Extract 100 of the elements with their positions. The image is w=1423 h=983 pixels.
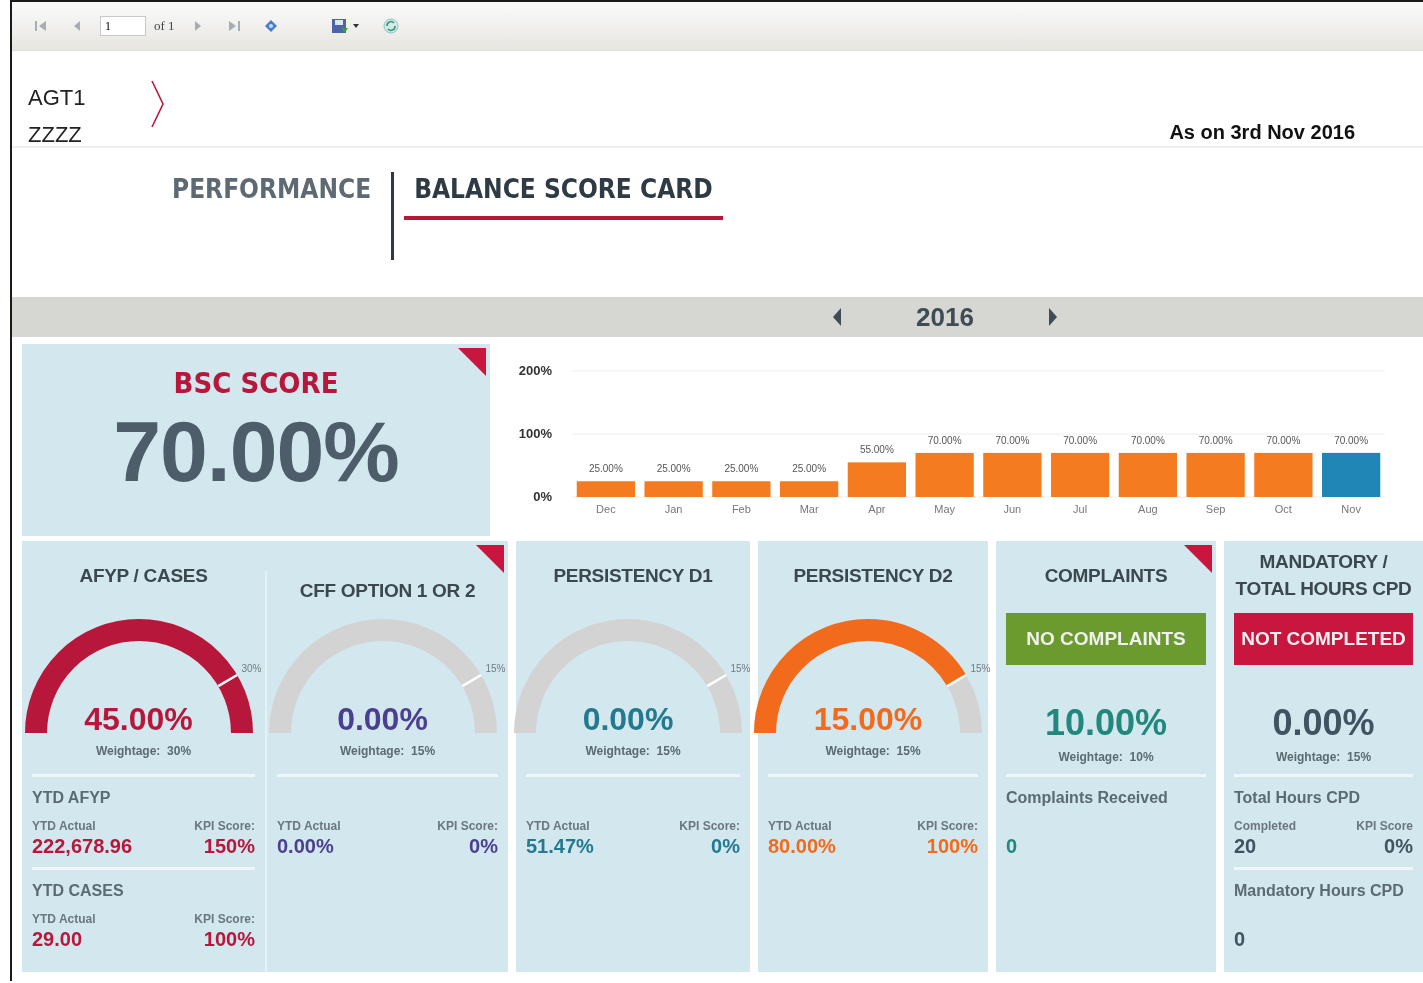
kpi-title: AFYP / CASES <box>78 563 209 588</box>
axis-label: Aug <box>1138 503 1158 515</box>
data-label: 70.00% <box>1266 434 1301 446</box>
first-page-icon <box>34 19 48 33</box>
data-label: 70.00% <box>1198 434 1233 446</box>
tab[interactable]: PERFORMANCE <box>162 148 382 220</box>
agent-code: AGT1 <box>28 84 87 112</box>
data-label: 70.00% <box>1130 434 1165 446</box>
as-of-date: As on 3rd Nov 2016 <box>1169 121 1355 144</box>
tab[interactable]: BALANCE SCORE CARD <box>404 148 723 220</box>
kpi-title: PERSISTENCY D1 <box>552 563 714 588</box>
field-label: YTD Actual <box>768 819 832 833</box>
field-value: 100% <box>203 927 255 951</box>
kpi-title: CFF OPTION 1 OR 2 <box>298 578 477 603</box>
field-label: KPI Score: <box>194 819 255 833</box>
field-label: YTD Actual <box>526 819 590 833</box>
data-label: 70.00% <box>1063 434 1098 446</box>
diamond-icon <box>264 20 277 32</box>
weightage-text: Weightage: 10% <box>1058 750 1154 764</box>
weightage-text: Weightage: 30% <box>95 744 192 758</box>
field-value: 222,678.96 <box>32 834 133 858</box>
section-heading: YTD AFYP <box>32 789 112 808</box>
kpi-value: 45.00% <box>83 701 194 738</box>
next-page-icon <box>192 19 203 33</box>
data-label: 25.00% <box>656 463 691 475</box>
data-label: 70.00% <box>1334 434 1369 446</box>
kpi-value: 15.00% <box>812 701 924 738</box>
field-value: 0 <box>1234 927 1246 951</box>
score-title: BSC SCORE <box>173 366 339 400</box>
chevron-icon <box>150 79 166 129</box>
last-page-icon <box>226 19 241 33</box>
axis-label: Sep <box>1205 503 1226 515</box>
field-label: KPI Score: <box>917 819 978 833</box>
field-label: YTD Actual <box>32 912 96 926</box>
kpi-value: 0.00% <box>1272 702 1375 744</box>
data-label: 55.00% <box>859 444 894 456</box>
axis-label: Mar <box>799 503 819 515</box>
score-value: 70.00% <box>113 402 399 501</box>
page-count: of 1 <box>154 18 175 34</box>
field-label: Completed <box>1234 819 1296 833</box>
kpi-title: MANDATORY / TOTAL HOURS CPD <box>1234 550 1413 601</box>
kpi-value: 0.00% <box>581 701 675 738</box>
data-label: 70.00% <box>995 434 1030 446</box>
section-heading: Mandatory Hours CPD <box>1234 882 1405 901</box>
kpi-value: 10.00% <box>1044 702 1168 744</box>
target-label: 30% <box>240 663 261 675</box>
kpi-title: PERSISTENCY D2 <box>792 563 954 588</box>
field-value: 150% <box>203 834 255 858</box>
section-heading: Complaints Received <box>1006 789 1169 808</box>
axis-label: Jun <box>1003 503 1022 515</box>
caret-icon <box>352 24 359 28</box>
axis-label: 0% <box>533 489 552 504</box>
target-label: 15% <box>730 663 751 675</box>
weightage-text: Weightage: 15% <box>1275 750 1372 764</box>
right-arrow-icon <box>1047 307 1058 327</box>
field-value: 100% <box>926 834 978 858</box>
field-value: 20 <box>1234 834 1257 858</box>
page-field[interactable]: 1 <box>100 16 146 36</box>
field-value: 0% <box>1384 834 1413 858</box>
weightage-text: Weightage: 15% <box>585 744 681 758</box>
field-value: 0.00% <box>277 834 334 858</box>
axis-label: Nov <box>1341 503 1361 515</box>
section-heading: Total Hours CPD <box>1234 789 1361 808</box>
field-label: KPI Score: <box>679 819 740 833</box>
data-label: 25.00% <box>792 463 827 475</box>
data-label: 70.00% <box>927 434 962 446</box>
field-label: YTD Actual <box>32 819 96 833</box>
weightage-text: Weightage: 15% <box>825 744 921 758</box>
weightage-text: Weightage: 15% <box>339 744 436 758</box>
axis-label: Oct <box>1274 503 1292 515</box>
status-badge: NOT COMPLETED <box>1234 613 1413 665</box>
field-value: 51.47% <box>526 834 594 858</box>
kpi-title: COMPLAINTS <box>1043 563 1169 588</box>
kpi-value: 0.00% <box>336 701 429 738</box>
field-label: KPI Score: <box>437 819 498 833</box>
left-arrow-icon <box>832 307 842 327</box>
axis-label: Apr <box>868 503 886 515</box>
field-value: 0 <box>1006 834 1018 858</box>
data-label: 25.00% <box>724 463 759 475</box>
field-label: KPI Score: <box>194 912 255 926</box>
axis-label: Jul <box>1073 503 1088 515</box>
field-value: 29.00 <box>32 927 83 951</box>
section-heading: YTD CASES <box>32 882 125 901</box>
field-value: 0% <box>469 834 498 858</box>
field-label: YTD Actual <box>277 819 341 833</box>
year-label: 2016 <box>916 301 974 333</box>
data-label: 25.00% <box>588 463 623 475</box>
status-badge: NO COMPLAINTS <box>1006 613 1206 665</box>
agent-name: ZZZZ <box>28 121 83 149</box>
axis-label: Jan <box>664 503 683 515</box>
axis-label: May <box>934 503 955 515</box>
axis-label: Feb <box>731 503 751 515</box>
refresh-icon <box>382 18 399 34</box>
axis-label: 200% <box>518 363 552 378</box>
field-value: 80.00% <box>768 834 836 858</box>
field-label: KPI Score <box>1356 819 1413 833</box>
previous-page-icon <box>72 19 82 33</box>
target-label: 15% <box>484 663 505 675</box>
save-icon <box>330 18 349 34</box>
field-value: 0% <box>711 834 740 858</box>
